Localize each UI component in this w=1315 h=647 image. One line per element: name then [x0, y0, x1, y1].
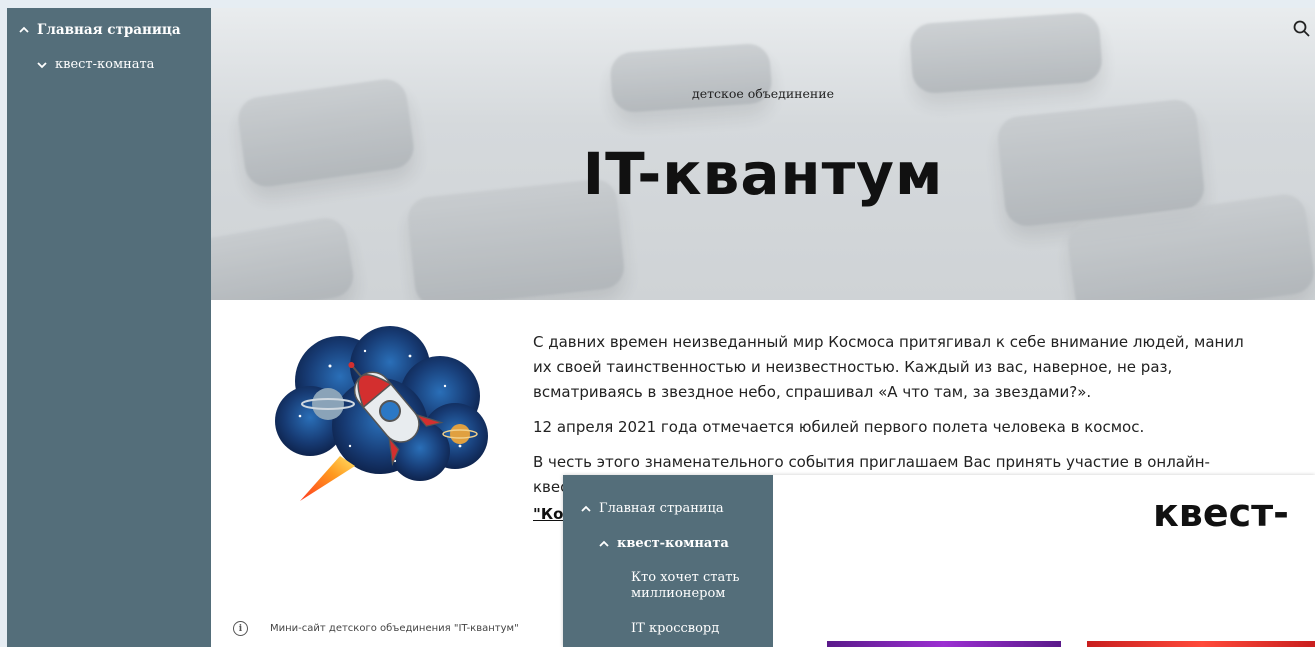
game-thumbnail-image[interactable] — [1087, 641, 1315, 647]
keyboard-key-image — [211, 214, 357, 300]
sidebar-item-home[interactable]: Главная страница — [17, 22, 181, 38]
sidebar-item-millionaire[interactable]: Кто хочет стать миллионером — [631, 570, 761, 602]
keyboard-key-image — [908, 11, 1104, 95]
sidebar-item-label: квест-комната — [617, 536, 729, 551]
overlay-sidebar-nav: Главная страница квест-комната Кто хочет… — [563, 475, 773, 647]
overlay-page-title: квест- — [1153, 491, 1289, 535]
rocket-illustration — [270, 326, 498, 504]
sidebar-item-quest-room[interactable]: квест-комната — [597, 536, 729, 551]
chevron-up-icon — [579, 502, 593, 516]
sidebar-nav: Главная страница квест-комната — [7, 8, 211, 647]
chevron-down-icon — [35, 58, 49, 72]
hero-banner: детское объединение IT-квантум — [211, 8, 1315, 300]
intro-paragraph: С давних времен неизведанный мир Космоса… — [533, 333, 1244, 401]
overlay-screenshot: Главная страница квест-комната Кто хочет… — [563, 475, 1315, 647]
search-icon[interactable] — [1291, 18, 1313, 40]
chevron-up-icon — [597, 537, 611, 551]
sidebar-item-label: квест-комната — [55, 57, 155, 72]
sidebar-item-home[interactable]: Главная страница — [579, 501, 724, 516]
footer-text: Мини-сайт детского объединения "IT-квант… — [270, 623, 519, 634]
info-icon[interactable]: i — [233, 621, 248, 636]
sidebar-item-quest-room[interactable]: квест-комната — [35, 57, 154, 72]
hero-subtitle: детское объединение — [692, 86, 834, 101]
footer-info: i Мини-сайт детского объединения "IT-ква… — [233, 621, 519, 636]
keyboard-key-image — [609, 42, 773, 114]
game-thumbnail-image[interactable] — [827, 641, 1061, 647]
date-paragraph: 12 апреля 2021 года отмечается юбилей пе… — [533, 418, 1145, 436]
sidebar-item-crossword[interactable]: IT кроссворд — [631, 621, 719, 636]
sidebar-item-label: Главная страница — [37, 22, 181, 38]
sidebar-item-label: Главная страница — [599, 501, 724, 516]
site-window: Главная страница квест-комната детское о… — [7, 8, 1315, 647]
page-title: IT-квантум — [582, 140, 944, 208]
chevron-up-icon — [17, 23, 31, 37]
